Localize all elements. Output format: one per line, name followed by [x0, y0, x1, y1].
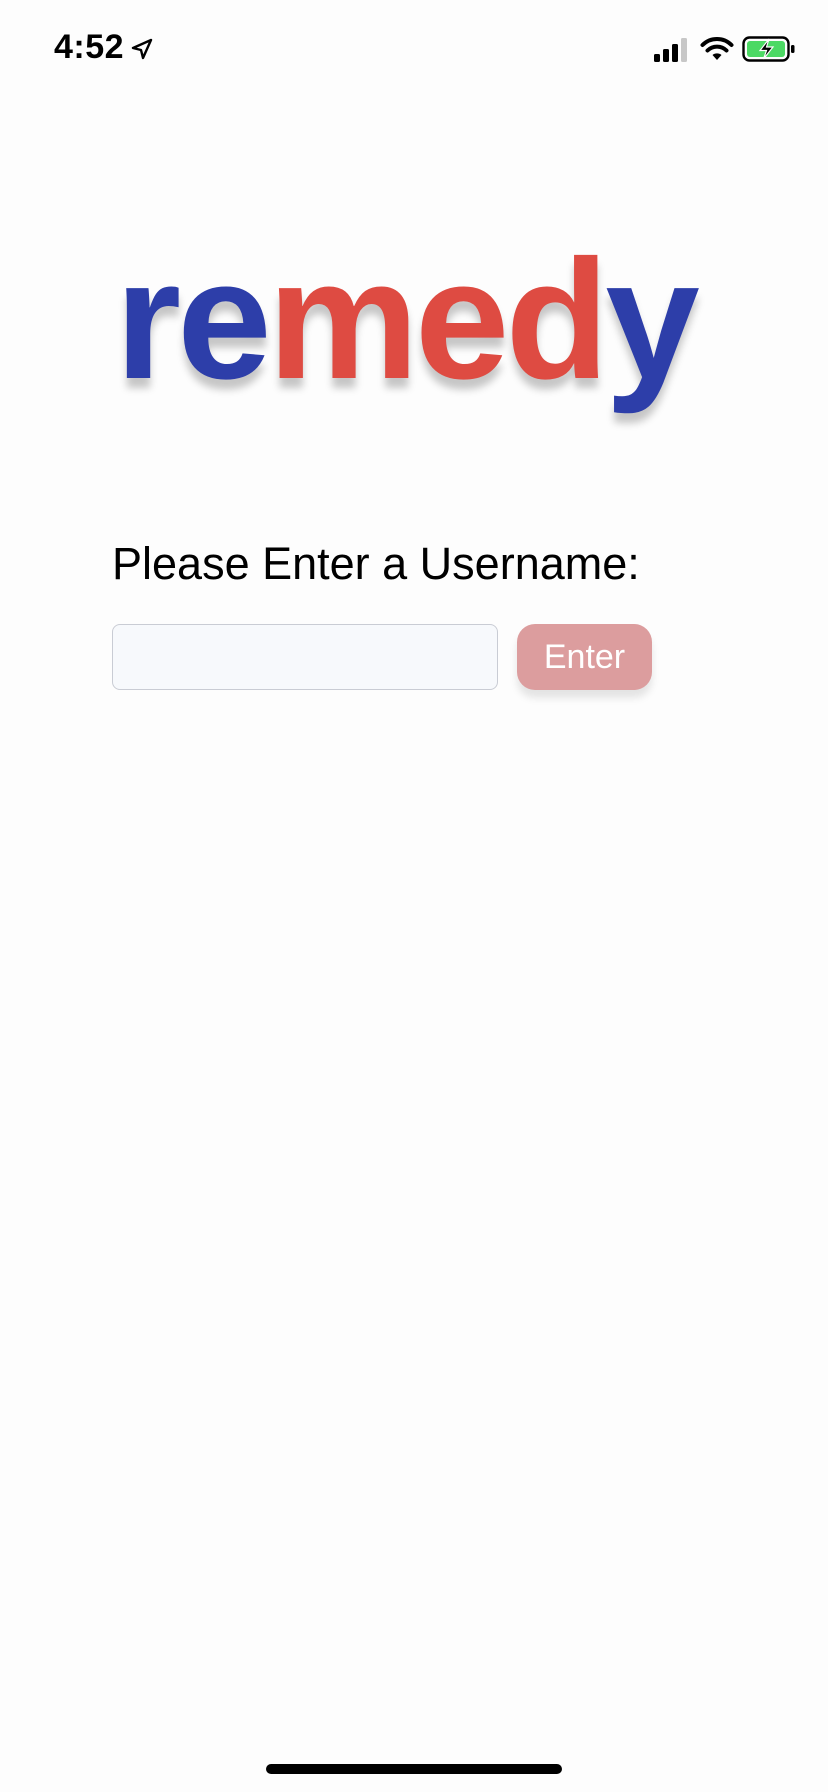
wifi-icon	[700, 37, 734, 60]
remedy-logo: remedy	[115, 235, 700, 405]
cellular-signal-icon	[654, 38, 687, 62]
enter-button[interactable]: Enter	[517, 624, 652, 690]
username-input[interactable]	[112, 624, 498, 690]
login-screen: 4:52 remedy Please Enter a Username: Ent…	[0, 0, 828, 1792]
logo-text-red-middle: med	[267, 225, 610, 415]
username-prompt-label: Please Enter a Username:	[112, 538, 640, 589]
battery-charging-icon	[742, 36, 795, 62]
home-indicator[interactable]	[266, 1764, 562, 1774]
location-arrow-icon	[131, 38, 153, 60]
status-time: 4:52	[54, 28, 125, 66]
logo-text-blue-start: re	[115, 225, 272, 415]
logo-text-blue-end: y	[605, 225, 700, 415]
status-bar: 4:52	[0, 0, 828, 100]
